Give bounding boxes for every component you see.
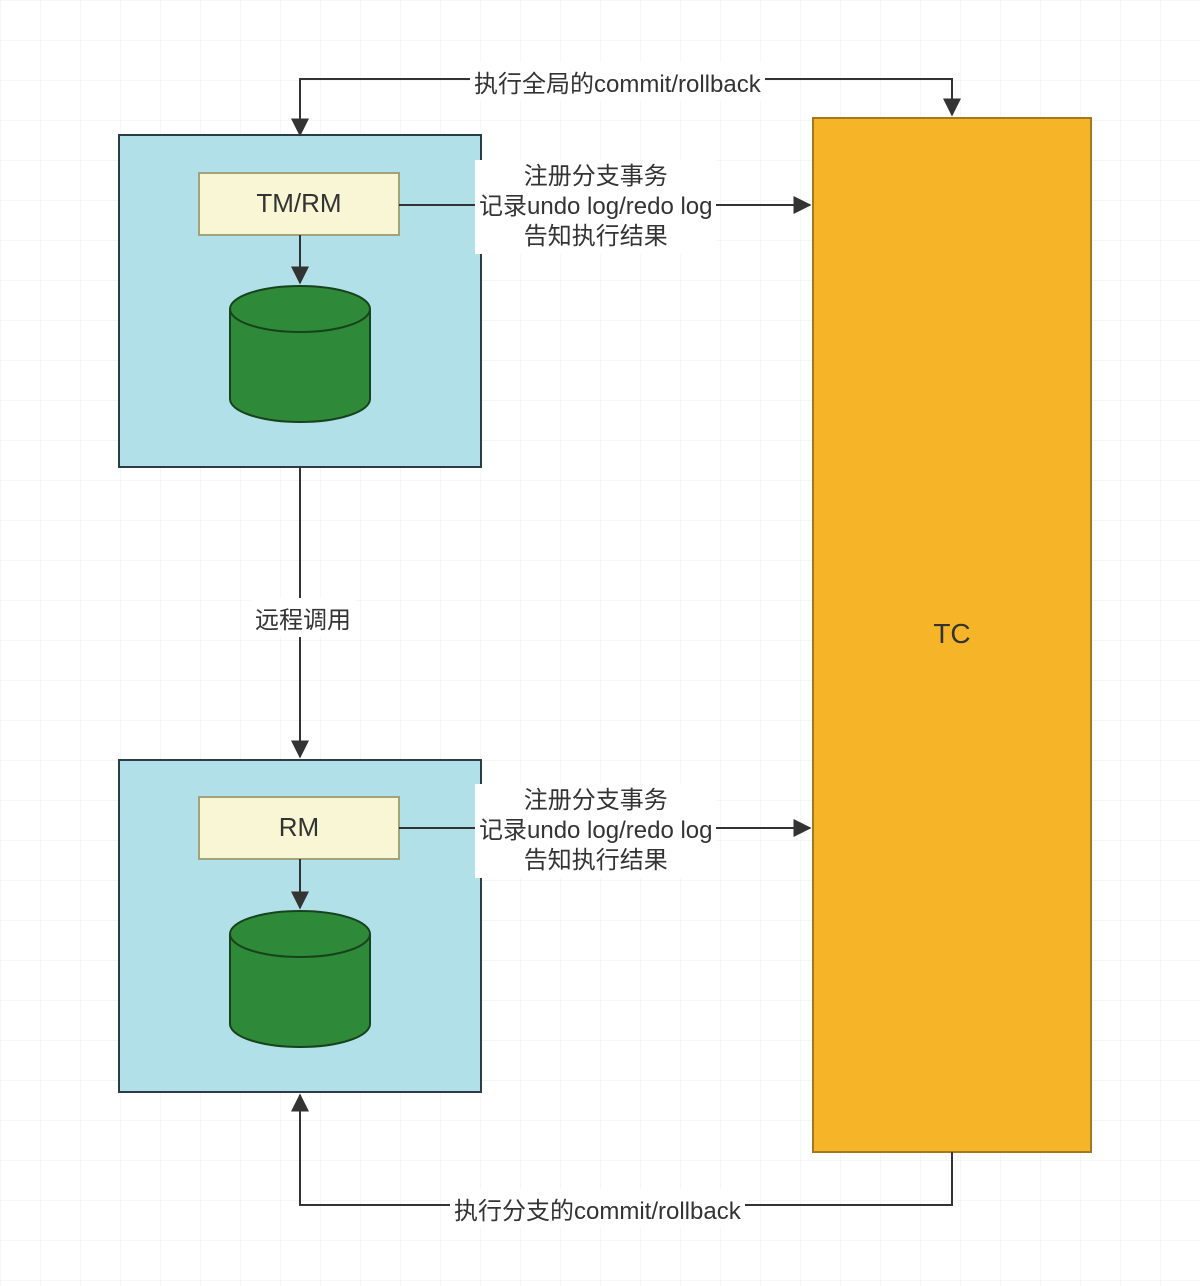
db-icon-2	[230, 911, 370, 1047]
label-remote-call: 远程调用	[251, 598, 355, 637]
rm-label: RM	[199, 812, 399, 843]
label-global-commit: 执行全局的commit/rollback	[470, 62, 765, 101]
tm-rm-label: TM/RM	[199, 188, 399, 219]
label-register-2: 注册分支事务 记录undo log/redo log 告知执行结果	[475, 784, 716, 878]
tc-label: TC	[813, 618, 1091, 650]
diagram-canvas: TM/RM RM TC 执行全局的commit/rollback 注册分支事务 …	[0, 0, 1200, 1286]
db-icon-1	[230, 286, 370, 422]
label-register-1: 注册分支事务 记录undo log/redo log 告知执行结果	[475, 160, 716, 254]
label-branch-commit: 执行分支的commit/rollback	[450, 1189, 745, 1228]
